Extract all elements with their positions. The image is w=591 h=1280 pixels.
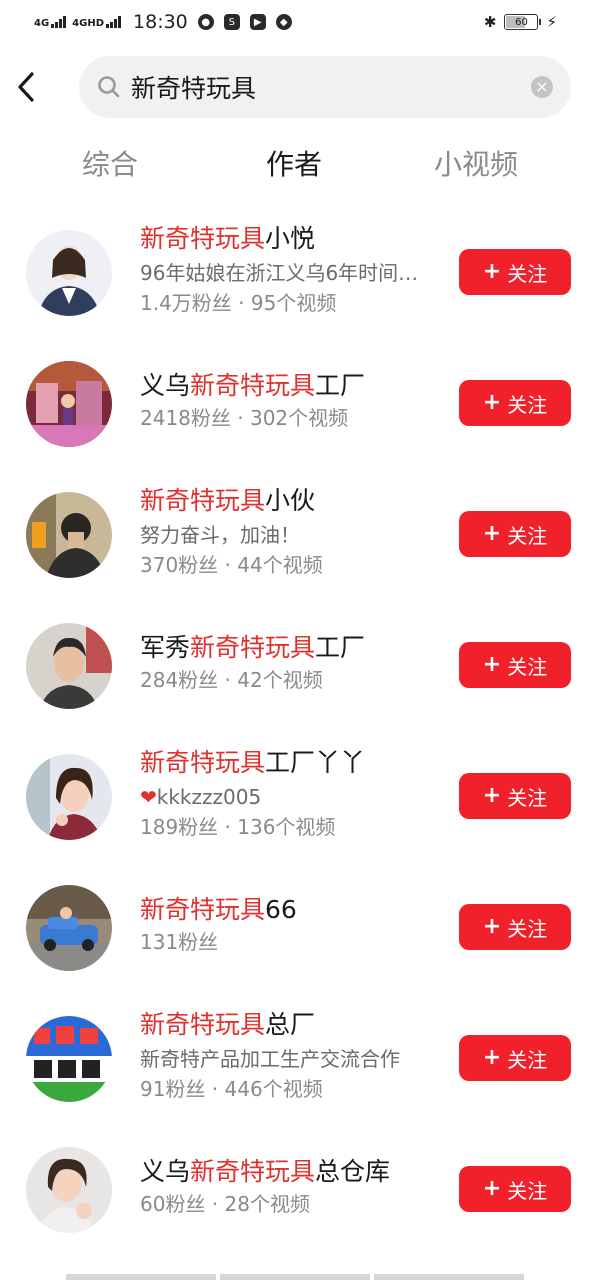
tab-all[interactable]: 综合: [82, 143, 138, 183]
author-name: 新奇特玩具66: [140, 895, 297, 924]
clock: 18:30: [133, 11, 188, 33]
avatar[interactable]: [26, 885, 112, 971]
author-info: 新奇特玩具工厂丫丫 ❤kkkzzz005 189粉丝 · 136个视频: [140, 746, 440, 842]
author-stats: 2418粉丝 · 302个视频: [140, 406, 349, 430]
video-app-icon: ▶: [249, 14, 266, 30]
follow-button[interactable]: + 关注: [459, 249, 571, 295]
avatar[interactable]: [26, 754, 112, 840]
avatar[interactable]: [26, 230, 112, 316]
back-button[interactable]: [12, 67, 46, 107]
follow-button[interactable]: + 关注: [459, 642, 571, 688]
author-name: 义乌新奇特玩具总仓库: [140, 1157, 391, 1186]
follow-button[interactable]: + 关注: [459, 1166, 571, 1212]
avatar[interactable]: [26, 623, 112, 709]
author-name: 新奇特玩具小悦: [140, 224, 316, 253]
author-row[interactable]: 义乌新奇特玩具总仓库 60粉丝 · 28个视频 + 关注: [0, 1127, 591, 1258]
author-stats: 131粉丝: [140, 930, 219, 954]
search-query[interactable]: 新奇特玩具: [131, 69, 531, 105]
search-header: 新奇特玩具 ×: [0, 56, 591, 118]
author-name: 新奇特玩具总厂: [140, 1010, 316, 1039]
author-row[interactable]: 义乌新奇特玩具工厂 2418粉丝 · 302个视频 + 关注: [0, 341, 591, 472]
author-row[interactable]: 新奇特玩具小伙 努力奋斗，加油！ 370粉丝 · 44个视频 + 关注: [0, 472, 591, 603]
wechat-icon: ●: [197, 14, 214, 30]
author-info: 新奇特玩具66 131粉丝: [140, 893, 440, 957]
author-info: 义乌新奇特玩具工厂 2418粉丝 · 302个视频: [140, 369, 440, 433]
s-app-icon: S: [223, 14, 240, 30]
author-info: 义乌新奇特玩具总仓库 60粉丝 · 28个视频: [140, 1155, 440, 1219]
search-icon: [98, 76, 120, 98]
author-info: 军秀新奇特玩具工厂 284粉丝 · 42个视频: [140, 631, 440, 695]
author-row[interactable]: 军秀新奇特玩具工厂 284粉丝 · 42个视频 + 关注: [0, 603, 591, 734]
compass-icon: ◆: [275, 14, 292, 30]
author-stats: 60粉丝 · 28个视频: [140, 1192, 310, 1216]
chevron-left-icon: [18, 72, 34, 102]
avatar[interactable]: [26, 492, 112, 578]
avatar[interactable]: [26, 361, 112, 447]
author-stats: 370粉丝 · 44个视频: [140, 553, 323, 577]
follow-button[interactable]: + 关注: [459, 380, 571, 426]
author-stats: 284粉丝 · 42个视频: [140, 668, 323, 692]
heart-icon: ❤: [140, 785, 157, 809]
author-info: 新奇特玩具小悦 96年姑娘在浙江义乌6年时间… 1.4万粉丝 · 95个视频: [140, 222, 440, 318]
avatar[interactable]: [26, 1147, 112, 1233]
plus-icon: +: [482, 390, 502, 415]
author-stats: 91粉丝 · 446个视频: [140, 1077, 323, 1101]
tab-short-video[interactable]: 小视频: [434, 143, 518, 183]
follow-button[interactable]: + 关注: [459, 511, 571, 557]
author-name: 义乌新奇特玩具工厂: [140, 371, 366, 400]
author-row[interactable]: 新奇特玩具工厂丫丫 ❤kkkzzz005 189粉丝 · 136个视频 + 关注: [0, 734, 591, 865]
plus-icon: +: [482, 1045, 502, 1070]
battery-level: 60: [515, 16, 528, 28]
result-tabs: 综合 作者 小视频: [0, 143, 591, 193]
bluetooth-icon: ✱: [483, 13, 497, 31]
author-desc: ❤kkkzzz005: [140, 785, 262, 809]
author-stats: 1.4万粉丝 · 95个视频: [140, 291, 337, 315]
network-type-label: 4G: [34, 18, 50, 29]
author-name: 新奇特玩具工厂丫丫: [140, 748, 366, 777]
author-desc: 努力奋斗，加油！: [140, 523, 300, 547]
author-desc: 96年姑娘在浙江义乌6年时间…: [140, 261, 419, 285]
author-name: 新奇特玩具小伙: [140, 486, 316, 515]
search-input[interactable]: 新奇特玩具 ×: [79, 56, 571, 118]
clear-icon[interactable]: ×: [531, 76, 553, 98]
cell-signal-2: 4GHD: [72, 16, 122, 29]
author-name: 军秀新奇特玩具工厂: [140, 633, 366, 662]
charging-icon: ⚡: [546, 13, 557, 31]
network-type-label: 4GHD: [72, 18, 105, 29]
follow-button[interactable]: + 关注: [459, 1035, 571, 1081]
author-row[interactable]: 新奇特玩具66 131粉丝 + 关注: [0, 865, 591, 996]
plus-icon: +: [482, 914, 502, 939]
author-row[interactable]: 新奇特玩具总厂 新奇特产品加工生产交流合作 91粉丝 · 446个视频 + 关注: [0, 996, 591, 1127]
plus-icon: +: [482, 259, 502, 284]
avatar[interactable]: [26, 1016, 112, 1102]
plus-icon: +: [482, 1176, 502, 1201]
follow-button[interactable]: + 关注: [459, 773, 571, 819]
author-list: 新奇特玩具小悦 96年姑娘在浙江义乌6年时间… 1.4万粉丝 · 95个视频 +…: [0, 210, 591, 1258]
battery-icon: 60: [504, 14, 542, 30]
author-info: 新奇特玩具小伙 努力奋斗，加油！ 370粉丝 · 44个视频: [140, 484, 440, 580]
bottom-bar-edge: [66, 1274, 524, 1280]
cell-signal-1: 4G: [34, 16, 67, 29]
signal-icon: [106, 16, 122, 28]
author-row[interactable]: 新奇特玩具小悦 96年姑娘在浙江义乌6年时间… 1.4万粉丝 · 95个视频 +…: [0, 210, 591, 341]
author-desc: 新奇特产品加工生产交流合作: [140, 1047, 400, 1071]
follow-button[interactable]: + 关注: [459, 904, 571, 950]
signal-icon: [51, 16, 67, 28]
author-stats: 189粉丝 · 136个视频: [140, 815, 336, 839]
plus-icon: +: [482, 652, 502, 677]
plus-icon: +: [482, 783, 502, 808]
plus-icon: +: [482, 521, 502, 546]
tab-authors[interactable]: 作者: [266, 143, 322, 183]
author-info: 新奇特玩具总厂 新奇特产品加工生产交流合作 91粉丝 · 446个视频: [140, 1008, 440, 1104]
status-bar: 4G 4GHD 18:30 ● S ▶ ◆ ✱ 60 ⚡: [0, 0, 591, 44]
